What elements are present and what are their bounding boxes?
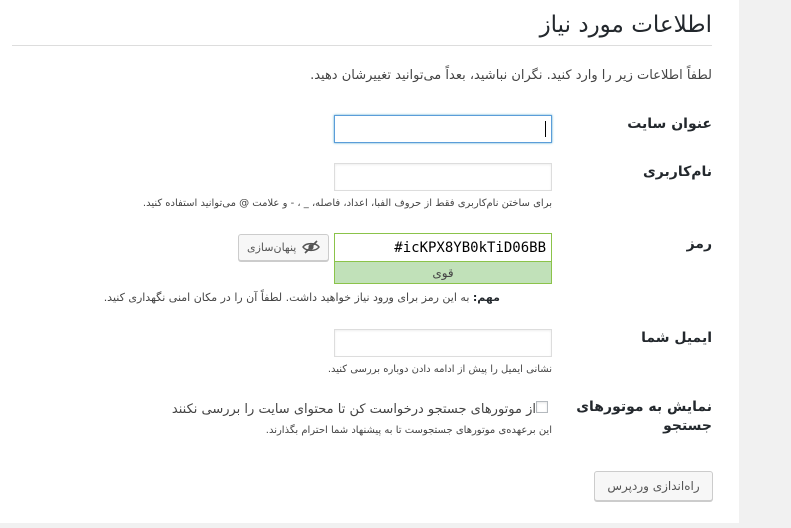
intro-text: لطفاً اطلاعات زیر را وارد کنید. نگران نب…	[310, 68, 712, 83]
search-visibility-description: این برعهده‌ی موتورهای جستجوست تا به پیشن…	[265, 425, 552, 436]
hide-password-label: پنهان‌سازی	[247, 241, 297, 254]
username-label: نام‌کاربری	[642, 164, 712, 180]
important-text: به این رمز برای ورود نیاز خواهید داشت. ل…	[103, 291, 470, 304]
discourage-search-checkbox[interactable]	[536, 401, 548, 413]
username-input[interactable]	[334, 163, 552, 191]
password-important-note: مهم: به این رمز برای ورود نیاز خواهید دا…	[104, 291, 500, 304]
page-title: اطلاعات مورد نیاز	[539, 12, 712, 38]
site-title-label: عنوان سایت	[627, 116, 712, 132]
search-visibility-label: نمایش به موتورهای جستجو	[562, 398, 712, 436]
email-input[interactable]	[334, 329, 552, 357]
install-panel: اطلاعات مورد نیاز لطفاً اطلاعات زیر را و…	[0, 0, 739, 523]
discourage-search-label[interactable]: از موتورهای جستجو درخواست کن تا محتوای س…	[172, 402, 536, 417]
password-input[interactable]	[335, 234, 551, 261]
search-visibility-label-line1: نمایش به موتورهای	[576, 399, 712, 415]
password-strength-meter: قوی	[335, 261, 551, 283]
eye-slash-icon	[302, 240, 320, 257]
title-divider	[12, 45, 712, 46]
search-visibility-label-line2: جستجو	[663, 418, 712, 434]
install-wordpress-button[interactable]: راه‌اندازی وردپرس	[594, 471, 713, 501]
email-description: نشانی ایمیل را پیش از ادامه دادن دوباره …	[327, 364, 552, 375]
password-field: قوی	[334, 233, 552, 284]
text-caret	[545, 121, 546, 137]
email-label: ایمیل شما	[641, 330, 712, 346]
site-title-input[interactable]	[334, 115, 552, 143]
username-description: برای ساختن نام‌کاربری فقط از حروف الفبا،…	[142, 198, 552, 209]
important-prefix: مهم:	[472, 291, 500, 304]
hide-password-button[interactable]: پنهان‌سازی	[238, 234, 329, 261]
password-label: رمز	[686, 236, 712, 252]
